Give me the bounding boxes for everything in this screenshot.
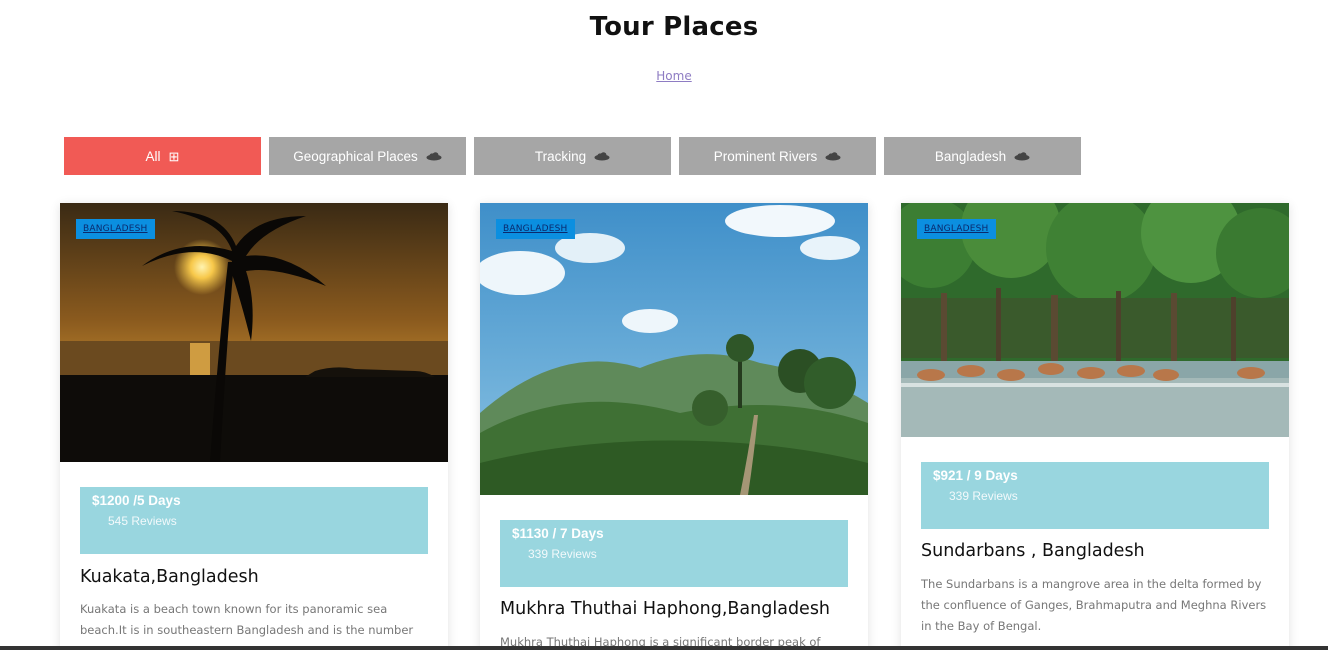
card-reviews: 339 Reviews: [528, 547, 597, 561]
price-box: $921 / 9 Days 339 Reviews: [921, 462, 1269, 529]
cloud-icon: [594, 150, 610, 163]
card-title[interactable]: Kuakata,Bangladesh: [80, 567, 259, 587]
cloud-icon: [426, 150, 442, 163]
card-title[interactable]: Mukhra Thuthai Haphong,Bangladesh: [500, 599, 830, 619]
kuakata-sunset-image[interactable]: [60, 203, 448, 462]
price-box: $1200 /5 Days 545 Reviews: [80, 487, 428, 554]
price-box: $1130 / 7 Days 339 Reviews: [500, 520, 848, 587]
card-tag[interactable]: BANGLADESH: [496, 219, 575, 239]
filter-label: Bangladesh: [934, 148, 1007, 164]
card-reviews: 339 Reviews: [949, 489, 1018, 503]
mukhra-hill-image[interactable]: [480, 203, 868, 495]
cloud-icon: [1014, 150, 1030, 163]
page-title: Tour Places: [589, 12, 759, 42]
breadcrumb-home-link[interactable]: Home: [656, 69, 691, 83]
filter-label: Prominent Rivers: [713, 148, 818, 164]
tour-card[interactable]: BANGLADESH $1130 / 7 Days 339 Reviews Mu…: [480, 203, 868, 650]
tour-card[interactable]: BANGLADESH $921 / 9 Days 339 Reviews Sun…: [901, 203, 1289, 650]
filter-geographical-places-button[interactable]: Geographical Places: [269, 137, 466, 175]
grid-icon: ⊞: [168, 148, 180, 164]
bottom-edge: [0, 646, 1328, 650]
filter-bar: All ⊞ Geographical Places Tracking Promi…: [64, 137, 1081, 175]
card-price: $1130 / 7 Days: [512, 526, 604, 541]
filter-all-button[interactable]: All ⊞: [64, 137, 261, 175]
tour-card[interactable]: BANGLADESH $1200 /5 Days 545 Reviews Kua…: [60, 203, 448, 650]
card-reviews: 545 Reviews: [108, 514, 177, 528]
card-price: $1200 /5 Days: [92, 493, 181, 508]
filter-tracking-button[interactable]: Tracking: [474, 137, 671, 175]
filter-bangladesh-button[interactable]: Bangladesh: [884, 137, 1081, 175]
card-tag[interactable]: BANGLADESH: [76, 219, 155, 239]
card-price: $921 / 9 Days: [933, 468, 1018, 483]
card-title[interactable]: Sundarbans , Bangladesh: [921, 541, 1145, 561]
card-tag[interactable]: BANGLADESH: [917, 219, 996, 239]
card-description: Kuakata is a beach town known for its pa…: [80, 602, 414, 637]
filter-label: Geographical Places: [293, 148, 418, 164]
card-description: The Sundarbans is a mangrove area in the…: [921, 577, 1267, 633]
filter-prominent-rivers-button[interactable]: Prominent Rivers: [679, 137, 876, 175]
filter-label: Tracking: [534, 148, 587, 164]
cloud-icon: [825, 150, 841, 163]
breadcrumb: Home: [0, 65, 1328, 84]
filter-label: All: [145, 148, 161, 164]
